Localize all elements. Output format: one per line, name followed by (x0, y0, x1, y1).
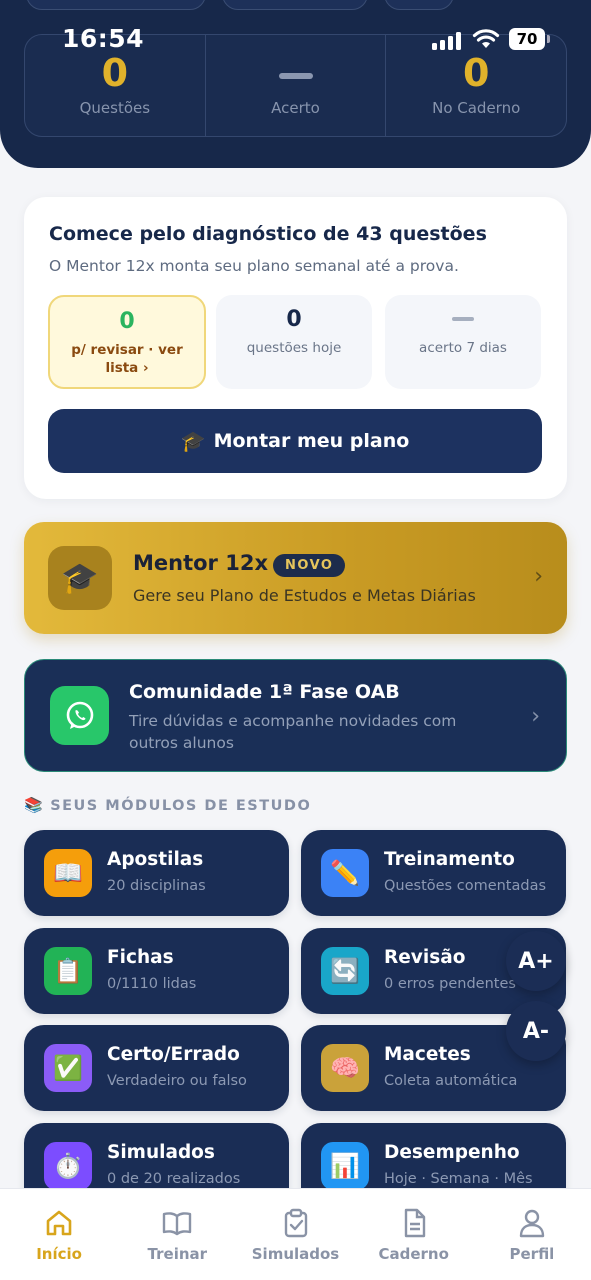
refresh-icon: 🔄 (321, 947, 369, 995)
status-time: 16:54 (62, 24, 145, 53)
font-decrease-button[interactable]: A- (506, 1001, 566, 1061)
graduation-cap-icon: 🎓 (48, 546, 112, 610)
module-subtitle: Hoje · Semana · Mês (384, 1171, 533, 1187)
community-title: Comunidade 1ª Fase OAB (129, 681, 400, 703)
stat-label: Questões (79, 99, 151, 117)
header-tab-pill[interactable] (384, 0, 454, 10)
module-title: Simulados (107, 1142, 215, 1163)
checkbox-icon: ✅ (44, 1044, 92, 1092)
document-icon (404, 1208, 425, 1238)
diagnostic-subtitle: O Mentor 12x monta seu plano semanal até… (49, 257, 459, 275)
build-plan-button[interactable]: 🎓 Montar meu plano (48, 409, 542, 473)
status-bar: 16:54 70 (0, 22, 591, 58)
clipboard-icon: 📋 (44, 947, 92, 995)
nav-label: Perfil (509, 1245, 555, 1263)
diagnostic-card: Comece pelo diagnóstico de 43 questões O… (24, 197, 567, 499)
user-icon (519, 1209, 545, 1238)
stat-label: acerto 7 dias (419, 340, 507, 356)
clipboard-check-icon (284, 1208, 307, 1238)
module-title: Certo/Errado (107, 1044, 240, 1065)
diagnostic-title: Comece pelo diagnóstico de 43 questões (49, 223, 487, 245)
bar-chart-icon: 📊 (321, 1142, 369, 1190)
stat-value: 0 (119, 309, 135, 334)
pencil-icon: ✏️ (321, 849, 369, 897)
chevron-right-icon: › (534, 564, 543, 589)
module-fichas[interactable]: 📋 Fichas 0/1110 lidas (24, 928, 289, 1014)
stat-label: No Caderno (432, 99, 521, 117)
module-subtitle: Questões comentadas (384, 878, 547, 894)
header-tab-pill[interactable] (26, 0, 206, 10)
module-subtitle: 0 de 20 realizados (107, 1171, 241, 1187)
nav-item-perfil[interactable]: Perfil (473, 1189, 591, 1280)
nav-item-inicio[interactable]: Início (0, 1189, 118, 1280)
module-subtitle: 0/1110 lidas (107, 976, 197, 992)
brain-icon: 🧠 (321, 1044, 369, 1092)
whatsapp-icon (50, 686, 109, 745)
review-list-link[interactable]: p/ revisar · ver lista › (56, 341, 198, 377)
modules-section-title: 📚 SEUS MÓDULOS DE ESTUDO (24, 796, 312, 814)
accuracy-7d-card: acerto 7 dias (385, 295, 541, 389)
nav-item-simulados[interactable]: Simulados (236, 1189, 354, 1280)
nav-label: Início (36, 1245, 82, 1263)
module-title: Revisão (384, 947, 466, 968)
today-questions-card: 0 questões hoje (216, 295, 372, 389)
community-banner[interactable]: Comunidade 1ª Fase OAB Tire dúvidas e ac… (24, 659, 567, 772)
font-increase-button[interactable]: A+ (506, 931, 566, 991)
module-title: Fichas (107, 947, 174, 968)
community-subtitle: Tire dúvidas e acompanhe novidades com o… (129, 712, 457, 752)
module-certo-errado[interactable]: ✅ Certo/Errado Verdadeiro ou falso (24, 1025, 289, 1111)
module-title: Macetes (384, 1044, 471, 1065)
book-icon: 📖 (44, 849, 92, 897)
books-icon: 📚 (24, 796, 45, 814)
mentor-banner[interactable]: 🎓 Mentor 12x NOVO Gere seu Plano de Estu… (24, 522, 567, 634)
stopwatch-icon: ⏱️ (44, 1142, 92, 1190)
nav-item-caderno[interactable]: Caderno (355, 1189, 473, 1280)
chevron-right-icon: › (531, 704, 540, 729)
new-badge: NOVO (273, 554, 346, 577)
stat-label: questões hoje (246, 340, 342, 356)
wifi-icon (472, 29, 500, 48)
nav-label: Treinar (147, 1245, 208, 1263)
nav-label: Caderno (378, 1245, 449, 1263)
module-title: Treinamento (384, 849, 515, 870)
stat-value: 0 (286, 307, 302, 332)
module-treinamento[interactable]: ✏️ Treinamento Questões comentadas (301, 830, 566, 916)
mentor-subtitle: Gere seu Plano de Estudos e Metas Diária… (133, 586, 476, 605)
module-subtitle: 0 erros pendentes (384, 976, 516, 992)
home-icon (46, 1210, 72, 1236)
stat-label: Acerto (271, 99, 320, 117)
module-title: Desempenho (384, 1142, 520, 1163)
bottom-nav: Início Treinar Simulados Caderno Perfil (0, 1188, 591, 1280)
empty-value-dash (278, 73, 313, 79)
build-plan-label: Montar meu plano (213, 430, 410, 452)
module-subtitle: 20 disciplinas (107, 878, 206, 894)
review-stat-card[interactable]: 0 p/ revisar · ver lista › (48, 295, 206, 389)
header-tab-pill[interactable] (222, 0, 368, 10)
empty-value-dash (452, 317, 474, 321)
mentor-title: Mentor 12x (133, 551, 268, 575)
module-apostilas[interactable]: 📖 Apostilas 20 disciplinas (24, 830, 289, 916)
module-title: Apostilas (107, 849, 204, 870)
module-subtitle: Verdadeiro ou falso (107, 1073, 247, 1089)
open-book-icon (163, 1212, 192, 1236)
signal-icon (432, 32, 462, 50)
graduation-cap-icon: 🎓 (180, 429, 206, 453)
module-subtitle: Coleta automática (384, 1073, 518, 1089)
nav-label: Simulados (251, 1245, 340, 1263)
battery-icon: 70 (509, 28, 550, 50)
nav-item-treinar[interactable]: Treinar (118, 1189, 236, 1280)
